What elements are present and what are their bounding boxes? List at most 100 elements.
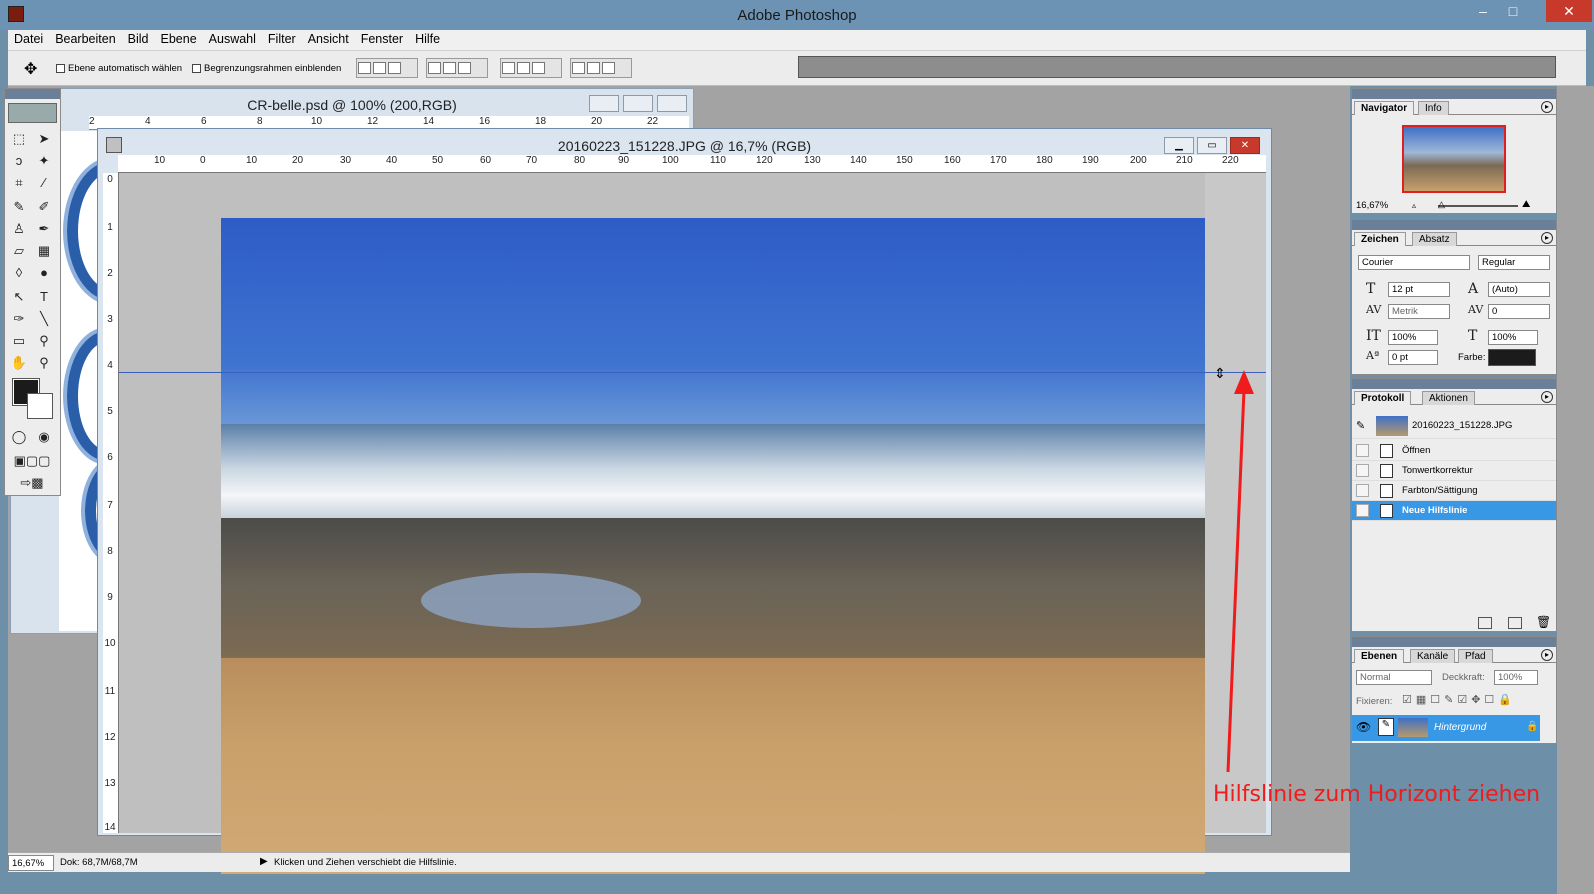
history-brush-icon[interactable]: ✒: [33, 219, 55, 238]
brush-tool-icon[interactable]: ✐: [33, 197, 55, 216]
doc-minimize-button[interactable]: ▁: [1164, 137, 1194, 154]
notes-tool-icon[interactable]: ▭: [8, 331, 30, 350]
background-color-swatch[interactable]: [27, 393, 53, 419]
zoom-slider-thumb-icon[interactable]: △: [1438, 199, 1445, 210]
menu-datei[interactable]: Datei: [8, 30, 49, 46]
panel-menu-icon[interactable]: ▸: [1541, 232, 1553, 244]
screen-mode-icons[interactable]: ▣▢▢: [8, 451, 56, 470]
menu-ansicht[interactable]: Ansicht: [302, 30, 355, 46]
lasso-tool-icon[interactable]: ↄ: [8, 151, 30, 170]
doc1-close-button[interactable]: [657, 95, 687, 112]
zoom-out-icon[interactable]: ▵: [1412, 201, 1424, 211]
font-family-select[interactable]: Courier: [1358, 255, 1470, 270]
navigator-zoom[interactable]: 16,67%: [1353, 199, 1395, 214]
distribute-buttons-group-2[interactable]: [570, 58, 632, 78]
quickmask-mode-icon[interactable]: ◉: [33, 427, 55, 446]
zoom-tool-icon[interactable]: ⚲: [33, 353, 55, 372]
history-step[interactable]: Tonwertkorrektur: [1352, 461, 1556, 481]
brush-link-icon[interactable]: ✎: [1378, 718, 1394, 736]
tab-absatz[interactable]: Absatz: [1412, 232, 1457, 246]
vertical-scale-field[interactable]: 100%: [1388, 330, 1438, 345]
doc1-minimize-button[interactable]: [589, 95, 619, 112]
pen-tool-icon[interactable]: ✑: [8, 309, 30, 328]
vertical-ruler[interactable]: 0 1 2 3 4 5 6 7 8 9 10 11 12 13 14: [103, 173, 119, 833]
path-select-icon[interactable]: ↖: [8, 287, 30, 306]
magic-wand-icon[interactable]: ✦: [33, 151, 55, 170]
panel-menu-icon[interactable]: ▸: [1541, 101, 1553, 113]
zoom-slider[interactable]: [1438, 205, 1518, 207]
menu-filter[interactable]: Filter: [262, 30, 302, 46]
history-snapshot[interactable]: ✎ 20160223_151228.JPG: [1352, 413, 1556, 439]
doc1-maximize-button[interactable]: [623, 95, 653, 112]
eyedropper-icon[interactable]: ⚲: [33, 331, 55, 350]
photoshop-logo-icon[interactable]: [8, 103, 57, 123]
beach-photo[interactable]: [221, 218, 1205, 874]
align-buttons-group-1[interactable]: [356, 58, 418, 78]
move-tool-icon[interactable]: ➤: [33, 129, 55, 148]
panel-menu-icon[interactable]: ▸: [1541, 649, 1553, 661]
tab-ebenen[interactable]: Ebenen: [1354, 649, 1405, 663]
distribute-buttons-group-1[interactable]: [500, 58, 562, 78]
history-step[interactable]: Farbton/Sättigung: [1352, 481, 1556, 501]
tab-info[interactable]: Info: [1418, 101, 1449, 115]
font-style-select[interactable]: Regular: [1478, 255, 1550, 270]
slice-tool-icon[interactable]: ⁄: [33, 173, 55, 192]
window-maximize-button[interactable]: □: [1498, 0, 1528, 22]
menu-bearbeiten[interactable]: Bearbeiten: [49, 30, 121, 46]
status-menu-arrow-icon[interactable]: ▶: [260, 856, 268, 867]
crop-tool-icon[interactable]: ⌗: [8, 173, 30, 192]
window-close-button[interactable]: ✕: [1546, 0, 1592, 22]
jump-to-imageready-icon[interactable]: ⇨▩: [8, 473, 56, 492]
blur-tool-icon[interactable]: ◊: [8, 263, 30, 282]
dodge-tool-icon[interactable]: ●: [33, 263, 55, 282]
align-buttons-group-2[interactable]: [426, 58, 488, 78]
text-color-swatch[interactable]: [1488, 349, 1536, 366]
navigator-thumbnail[interactable]: [1402, 125, 1506, 193]
standard-mode-icon[interactable]: ◯: [8, 427, 30, 446]
guide-line[interactable]: [119, 372, 1266, 373]
blend-mode-select[interactable]: Normal: [1356, 670, 1432, 685]
new-document-from-state-icon[interactable]: [1478, 617, 1492, 629]
menu-ebene[interactable]: Ebene: [155, 30, 203, 46]
document-window-main[interactable]: 20160223_151228.JPG @ 16,7% (RGB) ▁ ▭ ✕ …: [97, 128, 1272, 874]
tab-protokoll[interactable]: Protokoll: [1354, 391, 1412, 405]
doc-close-button[interactable]: ✕: [1230, 137, 1260, 154]
tab-aktionen[interactable]: Aktionen: [1422, 391, 1475, 405]
menu-fenster[interactable]: Fenster: [355, 30, 409, 46]
font-size-field[interactable]: 12 pt: [1388, 282, 1450, 297]
baseline-shift-field[interactable]: 0 pt: [1388, 350, 1438, 365]
layer-row-hintergrund[interactable]: 👁 ✎ Hintergrund 🔒: [1352, 715, 1540, 741]
menu-hilfe[interactable]: Hilfe: [409, 30, 446, 46]
leading-field[interactable]: (Auto): [1488, 282, 1550, 297]
opacity-field[interactable]: 100%: [1494, 670, 1538, 685]
marquee-tool-icon[interactable]: ⬚: [8, 129, 30, 148]
menu-auswahl[interactable]: Auswahl: [203, 30, 262, 46]
window-minimize-button[interactable]: –: [1466, 0, 1500, 22]
gradient-tool-icon[interactable]: ▦: [33, 241, 55, 260]
stamp-tool-icon[interactable]: ♙: [8, 219, 30, 238]
eye-visibility-icon[interactable]: 👁: [1356, 720, 1371, 734]
type-tool-icon[interactable]: T: [33, 287, 55, 306]
history-step-selected[interactable]: Neue Hilfslinie: [1352, 501, 1556, 521]
healing-brush-icon[interactable]: ✎: [8, 197, 30, 216]
new-snapshot-icon[interactable]: [1508, 617, 1522, 629]
tab-kanaele[interactable]: Kanäle: [1410, 649, 1456, 663]
tab-navigator[interactable]: Navigator: [1354, 101, 1415, 115]
history-step[interactable]: Öffnen: [1352, 441, 1556, 461]
kerning-field[interactable]: Metrik: [1388, 304, 1450, 319]
doc-maximize-button[interactable]: ▭: [1197, 137, 1227, 154]
pasteboard[interactable]: [119, 173, 1266, 874]
menu-bild[interactable]: Bild: [122, 30, 155, 46]
auto-select-checkbox[interactable]: Ebene automatisch wählen: [56, 63, 182, 74]
trash-icon[interactable]: 🗑: [1536, 615, 1551, 629]
horizontal-ruler[interactable]: 10 0 10 20 30 40 50 60 70 80 90 100 110 …: [118, 155, 1266, 173]
tab-pfad[interactable]: Pfad: [1458, 649, 1493, 663]
move-tool-icon[interactable]: ✥: [24, 59, 37, 79]
zoom-in-icon[interactable]: ⛰: [1522, 199, 1530, 210]
panel-menu-icon[interactable]: ▸: [1541, 391, 1553, 403]
line-tool-icon[interactable]: ╲: [33, 309, 55, 328]
hand-tool-icon[interactable]: ✋: [8, 353, 30, 372]
eraser-tool-icon[interactable]: ▱: [8, 241, 30, 260]
tracking-field[interactable]: 0: [1488, 304, 1550, 319]
zoom-field[interactable]: 16,67%: [8, 855, 54, 871]
